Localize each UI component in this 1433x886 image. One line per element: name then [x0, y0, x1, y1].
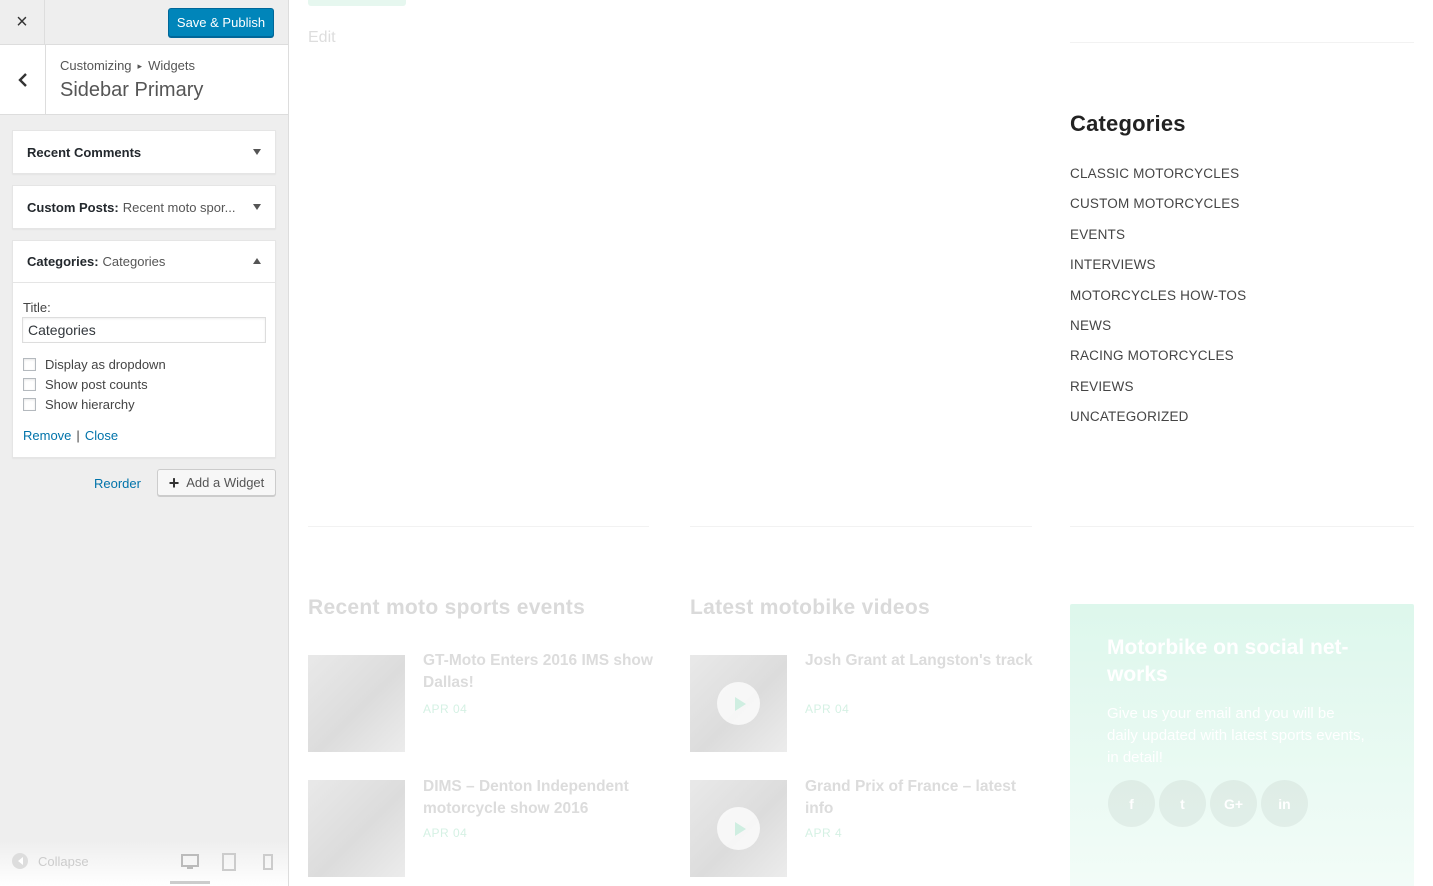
divider	[690, 526, 1032, 527]
plus-icon: +	[168, 472, 180, 493]
close-icon: ×	[16, 11, 28, 33]
video-date: APR 04	[805, 702, 850, 716]
widget-name: Recent Comments	[27, 144, 142, 160]
social-text: Give us your email and you will be daily…	[1107, 705, 1365, 766]
chevron-left-icon	[17, 72, 27, 87]
collapse-label: Collapse	[38, 853, 89, 869]
category-link[interactable]: EVENTS	[1070, 227, 1246, 257]
post-title[interactable]: GT-Moto Enters 2016 IMS show Dallas!	[423, 650, 653, 694]
mobile-icon[interactable]	[258, 852, 278, 872]
widget-recent-comments: Recent Comments	[12, 130, 276, 174]
play-icon[interactable]	[717, 682, 760, 725]
social-title: Motorbike on social net-works	[1107, 636, 1349, 686]
checkbox[interactable]	[23, 358, 36, 371]
events-section-title: Recent moto sports events	[308, 596, 586, 619]
customizer-footer: Collapse	[0, 841, 288, 886]
breadcrumb-separator-icon: ▸	[137, 61, 143, 71]
category-link[interactable]: CUSTOM MOTORCYCLES	[1070, 196, 1246, 226]
add-widget-button[interactable]: + Add a Widget	[157, 469, 276, 496]
google-plus-icon[interactable]: G+	[1210, 780, 1257, 827]
video-date: APR 4	[805, 826, 843, 840]
play-icon[interactable]	[717, 807, 760, 850]
video-thumbnail[interactable]	[690, 780, 787, 877]
post-thumbnail[interactable]	[308, 655, 405, 752]
category-link[interactable]: REVIEWS	[1070, 379, 1246, 409]
twitter-icon[interactable]: t	[1159, 780, 1206, 827]
option-label: Display as dropdown	[45, 357, 166, 372]
option-label: Show hierarchy	[45, 397, 135, 412]
expand-arrow-icon[interactable]	[253, 204, 261, 210]
collapse-button[interactable]: Collapse	[12, 853, 89, 869]
categories-list: CLASSIC MOTORCYCLES CUSTOM MOTORCYCLES E…	[1070, 166, 1246, 440]
option-display-dropdown[interactable]: Display as dropdown	[23, 357, 166, 372]
category-link[interactable]: UNCATEGORIZED	[1070, 409, 1246, 439]
video-title[interactable]: Grand Prix of France – latest info	[805, 776, 1035, 820]
section-title: Sidebar Primary	[60, 79, 204, 101]
facebook-icon[interactable]: f	[1108, 780, 1155, 827]
videos-section-title: Latest motobike videos	[690, 596, 930, 619]
close-link[interactable]: Close	[85, 428, 118, 443]
widget-subtitle: Recent moto spor...	[122, 199, 236, 215]
section-header: Customizing ▸ Widgets Sidebar Primary	[0, 45, 288, 115]
title-input[interactable]	[22, 317, 266, 343]
post-date: APR 04	[423, 702, 468, 716]
option-show-hierarchy[interactable]: Show hierarchy	[23, 397, 135, 412]
remove-link[interactable]: Remove	[23, 428, 71, 443]
checkbox[interactable]	[23, 378, 36, 391]
divider	[1070, 42, 1414, 43]
video-title[interactable]: Josh Grant at Langston's track	[805, 650, 1035, 672]
category-link[interactable]: RACING MOTORCYCLES	[1070, 348, 1246, 378]
option-label: Show post counts	[45, 377, 148, 392]
reorder-link[interactable]: Reorder	[94, 476, 141, 491]
widget-custom-posts: Custom Posts: Recent moto spor...	[12, 185, 276, 229]
category-link[interactable]: NEWS	[1070, 318, 1246, 348]
post-title[interactable]: DIMS – Denton Independent motorcycle sho…	[423, 776, 653, 820]
divider	[308, 526, 649, 527]
divider	[1070, 526, 1414, 527]
category-link[interactable]: CLASSIC MOTORCYCLES	[1070, 166, 1246, 196]
post-date: APR 04	[423, 826, 468, 840]
customizer-sidebar: × Save & Publish Customizing ▸ Widgets Sid…	[0, 0, 289, 886]
linkedin-icon[interactable]: in	[1261, 780, 1308, 827]
save-publish-button[interactable]: Save & Publish	[168, 8, 274, 37]
categories-widget-title: Categories	[1070, 111, 1186, 136]
active-device-indicator	[170, 881, 210, 884]
widget-header[interactable]: Recent Comments	[13, 131, 275, 173]
social-networks-box: Motorbike on social net-works Give us yo…	[1070, 604, 1414, 886]
category-link[interactable]: INTERVIEWS	[1070, 257, 1246, 287]
widget-actions: Remove | Close	[23, 428, 118, 443]
tablet-icon[interactable]	[219, 852, 239, 872]
add-widget-label: Add a Widget	[186, 475, 265, 490]
breadcrumb: Customizing ▸ Widgets	[60, 58, 195, 73]
desktop-icon[interactable]	[180, 852, 200, 872]
back-button[interactable]	[0, 45, 46, 114]
breadcrumb-root: Customizing	[60, 58, 132, 73]
title-label: Title:	[23, 300, 51, 315]
widget-name: Custom Posts:	[27, 199, 119, 215]
option-show-post-counts[interactable]: Show post counts	[23, 377, 148, 392]
widget-categories: Categories: Categories Title: Display as…	[12, 240, 276, 458]
post-thumbnail[interactable]	[308, 780, 405, 877]
collapse-arrow-icon	[12, 853, 28, 869]
edit-link[interactable]: Edit	[308, 29, 336, 47]
breadcrumb-current: Widgets	[148, 58, 196, 73]
collapse-arrow-icon[interactable]	[253, 257, 261, 264]
preview-button[interactable]	[308, 0, 406, 6]
customizer-header: × Save & Publish	[0, 0, 288, 45]
close-customizer-button[interactable]: ×	[0, 0, 45, 45]
site-preview: Edit Categories CLASSIC MOTORCYCLES CUST…	[289, 0, 1433, 886]
category-link[interactable]: MOTORCYCLES HOW-TOS	[1070, 288, 1246, 318]
expand-arrow-icon[interactable]	[253, 149, 261, 155]
widget-subtitle: Categories	[102, 254, 166, 269]
checkbox[interactable]	[23, 398, 36, 411]
video-thumbnail[interactable]	[690, 655, 787, 752]
actions-divider: |	[76, 428, 80, 443]
widget-header[interactable]: Categories: Categories	[13, 241, 275, 283]
widget-header[interactable]: Custom Posts: Recent moto spor...	[13, 186, 275, 228]
widget-name: Categories:	[27, 254, 99, 269]
